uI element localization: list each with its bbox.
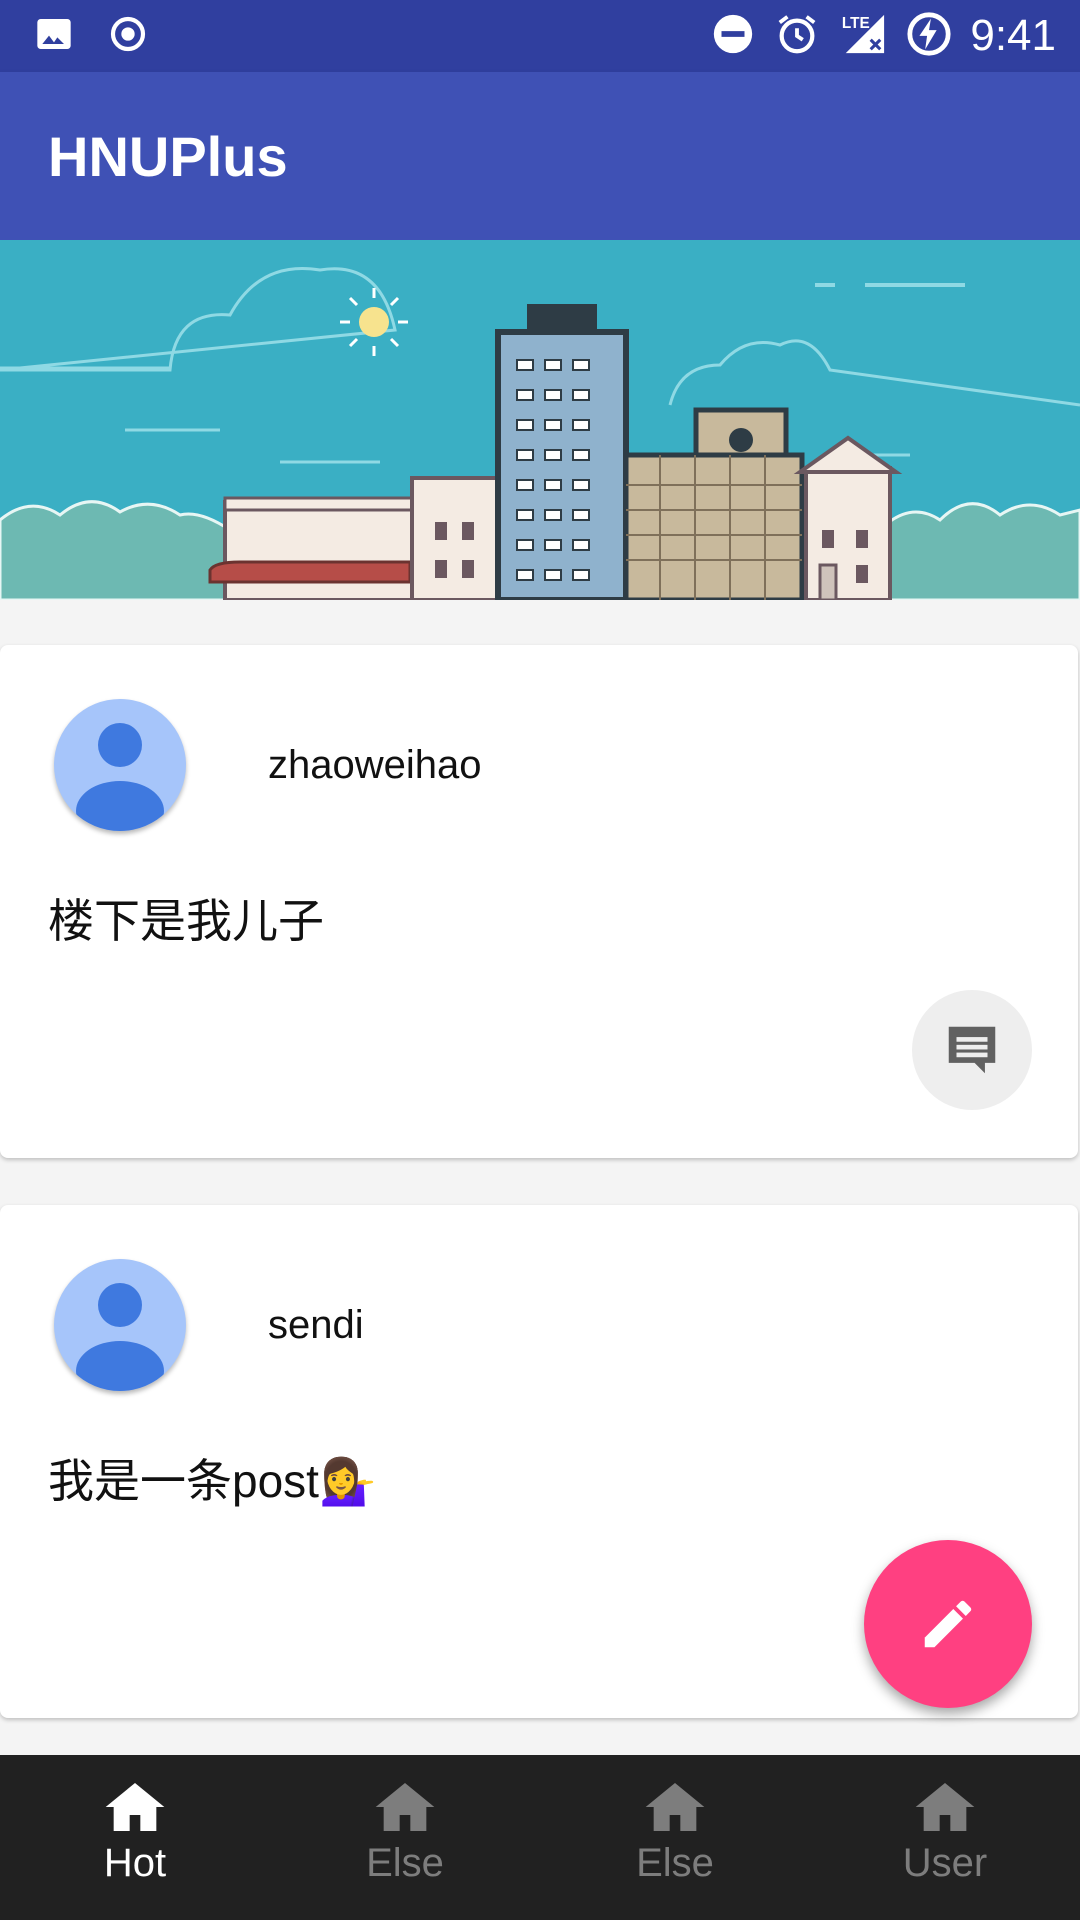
post-card[interactable]: zhaoweihao 楼下是我儿子 bbox=[0, 645, 1078, 1158]
avatar[interactable] bbox=[54, 1259, 186, 1391]
status-time: 9:41 bbox=[970, 11, 1056, 60]
person-icon bbox=[76, 723, 164, 831]
home-icon bbox=[645, 1783, 705, 1831]
battery-charging-icon bbox=[906, 11, 952, 62]
nav-label: Else bbox=[636, 1841, 714, 1885]
nav-label: User bbox=[902, 1841, 988, 1885]
post-username: sendi bbox=[268, 1303, 364, 1347]
svg-text:LTE: LTE bbox=[842, 15, 870, 32]
bottom-navigation: Hot Else Else User bbox=[0, 1755, 1080, 1920]
home-icon bbox=[915, 1783, 975, 1831]
record-icon bbox=[108, 14, 148, 59]
nav-label: Hot bbox=[103, 1841, 167, 1885]
status-bar: LTE 9:41 bbox=[0, 0, 1080, 72]
avatar[interactable] bbox=[54, 699, 186, 831]
home-icon bbox=[375, 1783, 435, 1831]
lte-signal-icon: LTE bbox=[838, 11, 888, 62]
app-title: HNUPlus bbox=[48, 125, 288, 188]
post-username: zhaoweihao bbox=[268, 743, 482, 787]
post-text: 我是一条post💁‍♀️ bbox=[48, 1455, 377, 1507]
comment-button[interactable] bbox=[912, 990, 1032, 1110]
app-bar: HNUPlus bbox=[0, 72, 1080, 240]
nav-item-hot[interactable]: Hot bbox=[0, 1755, 270, 1920]
person-icon bbox=[76, 1283, 164, 1391]
comment-icon bbox=[948, 1026, 996, 1074]
nav-label: Else bbox=[366, 1841, 444, 1885]
nav-item-else[interactable]: Else bbox=[270, 1755, 540, 1920]
nav-item-else-2[interactable]: Else bbox=[540, 1755, 810, 1920]
post-text: 楼下是我儿子 bbox=[48, 895, 324, 947]
do-not-disturb-icon bbox=[710, 11, 756, 62]
edit-pencil-icon bbox=[924, 1600, 972, 1648]
nav-item-user[interactable]: User bbox=[810, 1755, 1080, 1920]
new-post-button[interactable] bbox=[864, 1540, 1032, 1708]
alarm-icon bbox=[774, 11, 820, 62]
city-banner-illustration bbox=[0, 240, 1080, 603]
image-icon bbox=[34, 14, 74, 59]
home-icon bbox=[105, 1783, 165, 1831]
